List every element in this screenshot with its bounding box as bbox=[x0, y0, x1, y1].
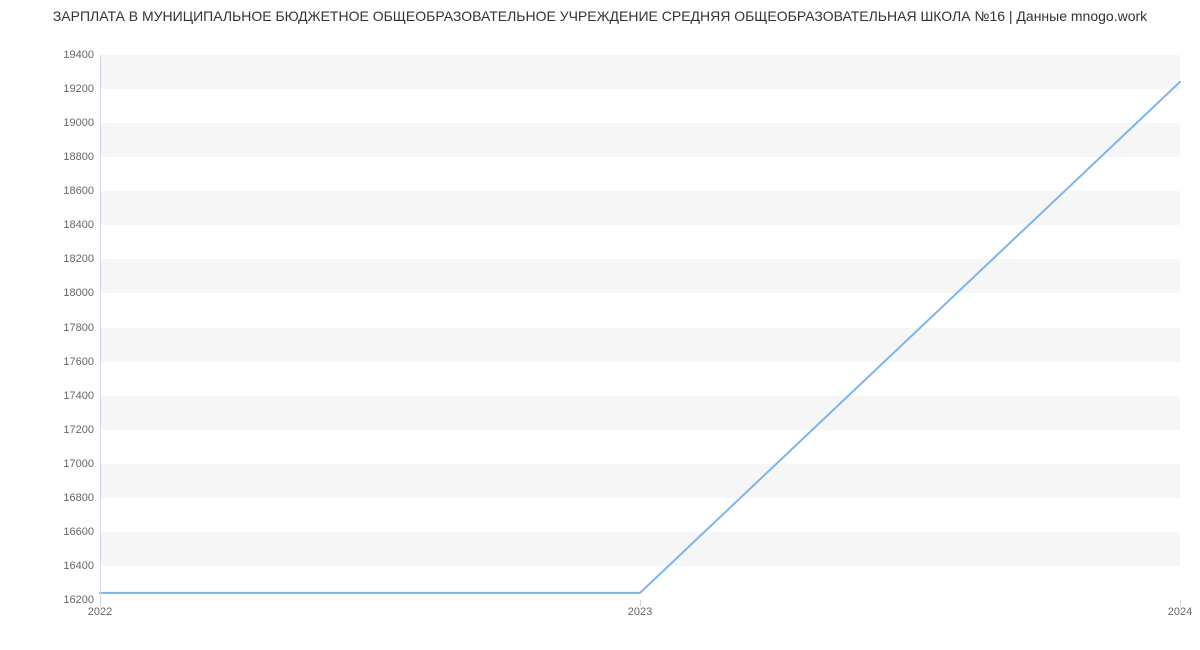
y-tick-label: 18200 bbox=[14, 253, 94, 265]
y-axis-line bbox=[100, 55, 101, 600]
y-tick-label: 17600 bbox=[14, 356, 94, 368]
y-tick-label: 19200 bbox=[14, 83, 94, 95]
y-tick-label: 17000 bbox=[14, 458, 94, 470]
y-tick-label: 19000 bbox=[14, 117, 94, 129]
y-tick-label: 19400 bbox=[14, 49, 94, 61]
y-tick-label: 18400 bbox=[14, 219, 94, 231]
y-tick-label: 17200 bbox=[14, 424, 94, 436]
chart-container: ЗАРПЛАТА В МУНИЦИПАЛЬНОЕ БЮДЖЕТНОЕ ОБЩЕО… bbox=[0, 0, 1200, 650]
y-tick-label: 18000 bbox=[14, 287, 94, 299]
y-tick-label: 16800 bbox=[14, 492, 94, 504]
y-tick-label: 16400 bbox=[14, 560, 94, 572]
line-series-layer bbox=[100, 55, 1180, 600]
x-tick-label: 2023 bbox=[628, 606, 652, 618]
y-tick-label: 18600 bbox=[14, 185, 94, 197]
y-tick-label: 16600 bbox=[14, 526, 94, 538]
y-tick-label: 17800 bbox=[14, 322, 94, 334]
x-tick-label: 2024 bbox=[1168, 606, 1192, 618]
chart-title: ЗАРПЛАТА В МУНИЦИПАЛЬНОЕ БЮДЖЕТНОЕ ОБЩЕО… bbox=[0, 8, 1200, 24]
y-tick-label: 17400 bbox=[14, 390, 94, 402]
y-tick-label: 16200 bbox=[14, 594, 94, 606]
plot-area bbox=[100, 55, 1180, 600]
series-line bbox=[100, 82, 1180, 593]
y-tick-label: 18800 bbox=[14, 151, 94, 163]
x-tick-label: 2022 bbox=[88, 606, 112, 618]
